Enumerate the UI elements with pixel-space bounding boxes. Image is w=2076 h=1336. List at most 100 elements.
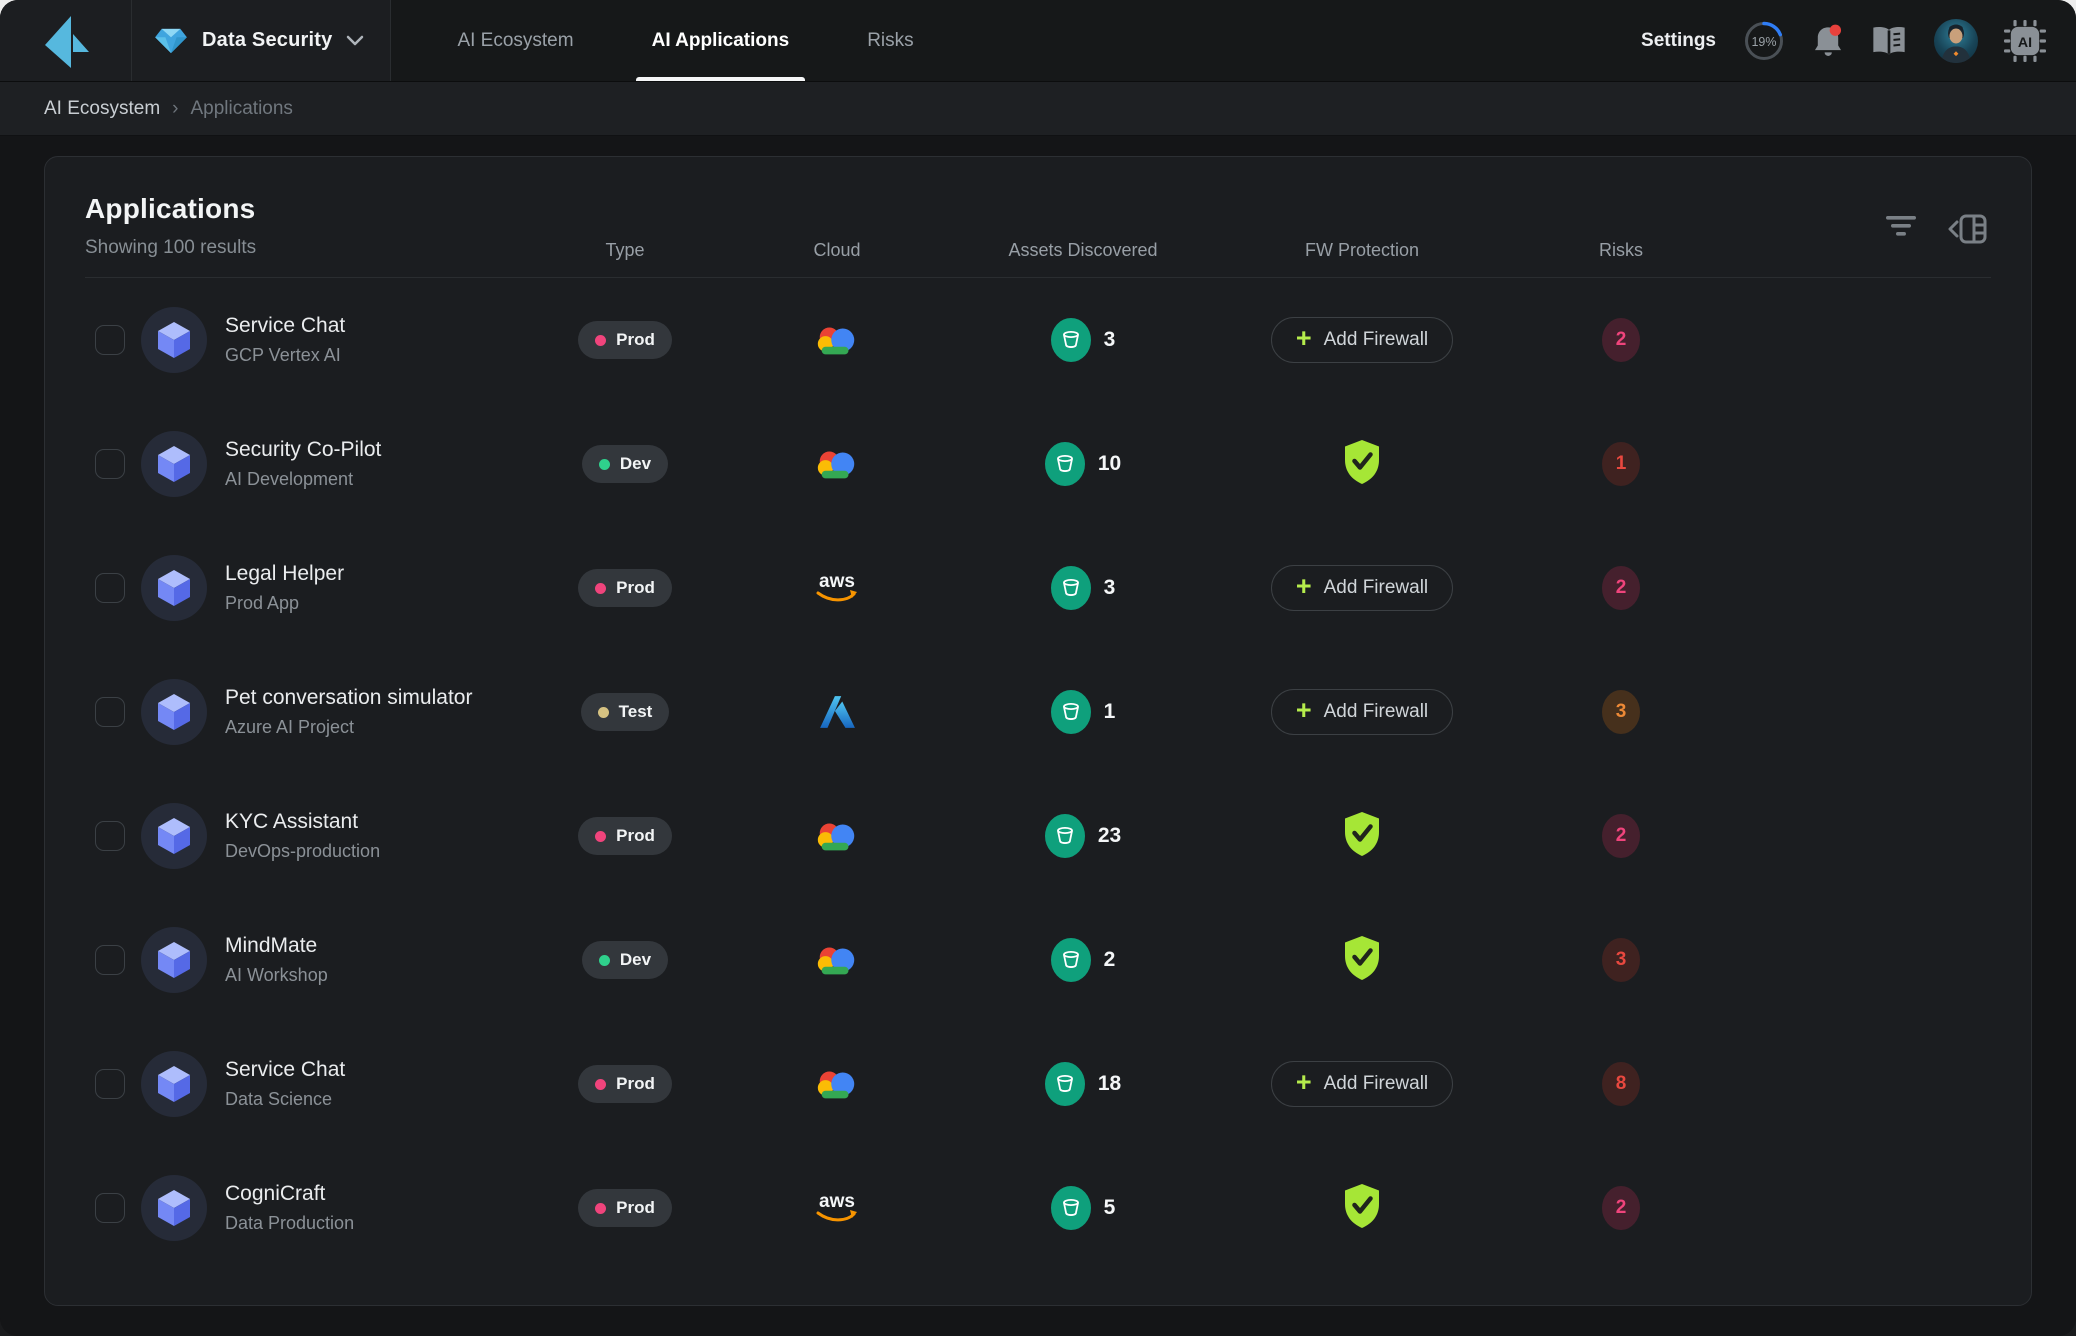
row-checkbox[interactable] <box>95 449 125 479</box>
tab-risks[interactable]: Risks <box>851 0 929 81</box>
application-cube-icon <box>141 803 207 869</box>
type-label: Prod <box>616 1074 655 1094</box>
ai-assistant-chip-icon[interactable]: AI <box>2004 20 2046 62</box>
assets-bucket-icon <box>1051 318 1091 362</box>
table-row[interactable]: Security Co-Pilot AI Development Dev 10 <box>85 402 1991 526</box>
breadcrumb-parent[interactable]: AI Ecosystem <box>44 98 160 120</box>
add-firewall-button[interactable]: + Add Firewall <box>1271 317 1453 363</box>
table-row[interactable]: Pet conversation simulator Azure AI Proj… <box>85 650 1991 774</box>
type-badge: Prod <box>578 569 672 607</box>
add-firewall-button[interactable]: + Add Firewall <box>1271 689 1453 735</box>
application-name: Pet conversation simulator <box>225 686 472 710</box>
risk-count-badge[interactable]: 3 <box>1602 690 1640 734</box>
plus-icon: + <box>1296 1069 1312 1096</box>
table-row[interactable]: CogniCraft Data Production Prod aws 5 <box>85 1146 1991 1270</box>
application-cube-icon <box>141 679 207 745</box>
row-checkbox[interactable] <box>95 945 125 975</box>
type-label: Test <box>619 702 653 722</box>
assets-bucket-icon <box>1045 1062 1085 1106</box>
gcp-cloud-logo <box>814 1065 860 1103</box>
user-avatar[interactable] <box>1934 19 1978 63</box>
table-row[interactable]: Service Chat Data Science Prod 18 + Add … <box>85 1022 1991 1146</box>
risk-count-badge[interactable]: 2 <box>1602 1186 1640 1230</box>
row-checkbox[interactable] <box>95 325 125 355</box>
type-label: Dev <box>620 950 651 970</box>
type-badge: Dev <box>582 941 668 979</box>
row-checkbox[interactable] <box>95 697 125 727</box>
risk-count-badge[interactable]: 2 <box>1602 318 1640 362</box>
assets-bucket-icon <box>1051 690 1091 734</box>
application-cube-icon <box>141 1175 207 1241</box>
application-cube-icon <box>141 555 207 621</box>
risk-count-badge[interactable]: 1 <box>1602 442 1640 486</box>
table-header: Applications Showing 100 results Type Cl… <box>85 193 1991 278</box>
gcp-cloud-icon <box>729 445 945 483</box>
settings-button[interactable]: Settings <box>1641 30 1716 52</box>
row-checkbox[interactable] <box>95 821 125 851</box>
application-subtitle: Data Science <box>225 1089 332 1110</box>
azure-cloud-icon <box>729 695 945 729</box>
row-checkbox[interactable] <box>95 1069 125 1099</box>
risk-count-badge[interactable]: 3 <box>1602 938 1640 982</box>
assets-count: 23 <box>1098 824 1121 848</box>
firewall-protected-shield-icon <box>1342 1183 1382 1234</box>
application-subtitle: AI Workshop <box>225 965 328 986</box>
gem-icon <box>154 27 188 55</box>
topbar-actions: Settings 19% <box>1641 0 2076 81</box>
column-header-risks: Risks <box>1599 240 1643 277</box>
type-badge: Dev <box>582 445 668 483</box>
firewall-protected-shield-icon <box>1342 935 1382 986</box>
app-window: Data Security AI Ecosystem AI Applicatio… <box>0 0 2076 1336</box>
main-nav-tabs: AI Ecosystem AI Applications Risks <box>441 0 929 81</box>
applications-table-body: Service Chat GCP Vertex AI Prod 3 + Add … <box>85 278 1991 1270</box>
add-firewall-button[interactable]: + Add Firewall <box>1271 565 1453 611</box>
aws-cloud-icon: aws <box>729 569 945 607</box>
plus-icon: + <box>1296 325 1312 352</box>
table-row[interactable]: Service Chat GCP Vertex AI Prod 3 + Add … <box>85 278 1991 402</box>
product-switcher[interactable]: Data Security <box>132 0 391 81</box>
breadcrumb: AI Ecosystem › Applications <box>0 82 2076 136</box>
application-name: CogniCraft <box>225 1182 325 1206</box>
row-checkbox[interactable] <box>95 573 125 603</box>
risk-count-badge[interactable]: 8 <box>1602 1062 1640 1106</box>
application-cube-icon <box>141 1051 207 1117</box>
firewall-protected-shield-icon <box>1342 439 1382 490</box>
row-checkbox[interactable] <box>95 1193 125 1223</box>
documentation-book-icon[interactable] <box>1870 25 1908 57</box>
application-name: Legal Helper <box>225 562 344 586</box>
gcp-cloud-logo <box>814 321 860 359</box>
column-header-cloud: Cloud <box>813 240 860 277</box>
assets-count: 3 <box>1104 576 1116 600</box>
table-row[interactable]: KYC Assistant DevOps-production Prod 23 <box>85 774 1991 898</box>
notifications-bell-icon[interactable] <box>1812 24 1844 58</box>
assets-bucket-icon <box>1045 814 1085 858</box>
results-count: Showing 100 results <box>85 237 521 259</box>
plus-icon: + <box>1296 573 1312 600</box>
tab-ai-applications[interactable]: AI Applications <box>636 0 806 81</box>
tab-ai-ecosystem[interactable]: AI Ecosystem <box>441 0 589 81</box>
filter-icon[interactable] <box>1885 213 1917 239</box>
assets-count: 10 <box>1098 452 1121 476</box>
column-header-assets: Assets Discovered <box>1008 240 1157 277</box>
svg-text:aws: aws <box>819 1191 855 1212</box>
column-settings-icon[interactable] <box>1947 213 1987 245</box>
usage-progress-ring[interactable]: 19% <box>1742 19 1786 63</box>
risk-count-badge[interactable]: 2 <box>1602 566 1640 610</box>
column-header-type: Type <box>605 240 644 277</box>
type-badge: Prod <box>578 321 672 359</box>
chevron-down-icon <box>346 35 364 47</box>
main-content: Applications Showing 100 results Type Cl… <box>0 136 2076 1336</box>
risk-count-badge[interactable]: 2 <box>1602 814 1640 858</box>
svg-text:AI: AI <box>2018 34 2032 50</box>
add-firewall-button[interactable]: + Add Firewall <box>1271 1061 1453 1107</box>
table-row[interactable]: Legal Helper Prod App Prod aws 3 + Add F… <box>85 526 1991 650</box>
app-logo[interactable] <box>0 0 132 81</box>
plus-icon: + <box>1296 697 1312 724</box>
aws-logo: aws <box>812 1189 862 1227</box>
application-name: MindMate <box>225 934 317 958</box>
assets-bucket-icon <box>1051 938 1091 982</box>
application-name: Security Co-Pilot <box>225 438 381 462</box>
application-cube-icon <box>141 307 207 373</box>
table-row[interactable]: MindMate AI Workshop Dev 2 <box>85 898 1991 1022</box>
page-title: Applications <box>85 193 521 225</box>
